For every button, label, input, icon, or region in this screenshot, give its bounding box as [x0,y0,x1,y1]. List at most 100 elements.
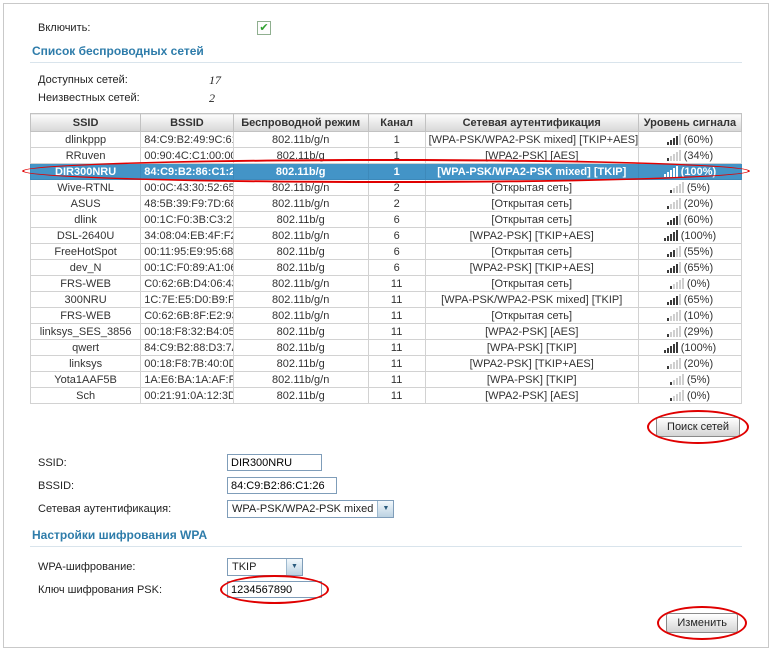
signal-strength-icon [667,214,681,225]
network-row[interactable]: linksys_SES_385600:18:F8:32:B4:05802.11b… [31,324,742,340]
cell-auth: [WPA2-PSK] [AES] [425,388,638,404]
network-row[interactable]: ASUS48:5B:39:F9:7D:68802.11b/g/n2[Открыт… [31,196,742,212]
network-row[interactable]: RRuven00:90:4C:C1:00:00802.11b/g1[WPA2-P… [31,148,742,164]
cell-ssid: linksys_SES_3856 [31,324,141,340]
psk-input[interactable] [227,581,322,598]
cell-bssid: 00:21:91:0A:12:3D [141,388,233,404]
signal-strength-icon [667,198,681,209]
network-row[interactable]: dlinkppp84:C9:B2:49:9C:61802.11b/g/n1[WP… [31,132,742,148]
cell-channel: 2 [368,196,425,212]
network-row[interactable]: qwert84:C9:B2:88:D3:7A802.11b/g11[WPA-PS… [31,340,742,356]
cell-bssid: 00:1C:F0:3B:C3:2F [141,212,233,228]
cell-auth: [Открытая сеть] [425,276,638,292]
cell-ssid: RRuven [31,148,141,164]
cell-bssid: 84:C9:B2:88:D3:7A [141,340,233,356]
auth-select[interactable]: WPA-PSK/WPA2-PSK mixed [227,500,394,518]
bssid-input[interactable] [227,477,337,494]
enable-checkbox[interactable] [257,21,271,35]
network-row[interactable]: FRS-WEBC0:62:6B:8F:E2:93802.11b/g/n11[От… [31,308,742,324]
section-title-wpa: Настройки шифрования WPA [30,528,742,547]
cell-auth: [WPA2-PSK] [TKIP+AES] [425,356,638,372]
signal-label: (60%) [684,214,713,226]
cell-auth: [Открытая сеть] [425,308,638,324]
network-row[interactable]: Yota1AAF5B1A:E6:BA:1A:AF:F8802.11b/g/n11… [31,372,742,388]
cell-channel: 6 [368,228,425,244]
network-row[interactable]: 300NRU1C:7E:E5:D0:B9:FE802.11b/g/n11[WPA… [31,292,742,308]
signal-strength-icon [664,166,678,177]
signal-label: (100%) [681,166,716,178]
bssid-field-row: BSSID: [38,474,742,497]
bssid-label: BSSID: [38,480,227,492]
cell-ssid: FRS-WEB [31,308,141,324]
search-networks-button[interactable]: Поиск сетей [656,417,740,437]
cell-signal: (0%) [638,276,741,292]
cell-signal: (5%) [638,372,741,388]
network-row[interactable]: linksys00:18:F8:7B:40:0D802.11b/g11[WPA2… [31,356,742,372]
cell-bssid: 00:11:95:E9:95:68 [141,244,233,260]
psk-label: Ключ шифрования PSK: [38,584,227,596]
cell-signal: (60%) [638,132,741,148]
cell-signal: (0%) [638,388,741,404]
cell-channel: 11 [368,356,425,372]
network-row[interactable]: Wive-RTNL00:0C:43:30:52:65802.11b/g/n2[О… [31,180,742,196]
column-header: SSID [31,114,141,132]
cell-channel: 11 [368,292,425,308]
network-row[interactable]: FRS-WEBC0:62:6B:D4:06:43802.11b/g/n11[От… [31,276,742,292]
cell-channel: 11 [368,276,425,292]
auth-select-value: WPA-PSK/WPA2-PSK mixed [228,503,377,515]
ssid-input[interactable] [227,454,322,471]
cell-ssid: dev_N [31,260,141,276]
signal-label: (100%) [681,342,716,354]
cell-mode: 802.11b/g/n [233,132,368,148]
apply-button[interactable]: Изменить [666,613,738,633]
cell-mode: 802.11b/g/n [233,276,368,292]
cell-ssid: Wive-RTNL [31,180,141,196]
cell-mode: 802.11b/g/n [233,228,368,244]
network-row[interactable]: FreeHotSpot00:11:95:E9:95:68802.11b/g6[О… [31,244,742,260]
cell-bssid: 84:C9:B2:49:9C:61 [141,132,233,148]
cell-bssid: 00:90:4C:C1:00:00 [141,148,233,164]
signal-label: (34%) [684,150,713,162]
wpa-encryption-row: WPA-шифрование: TKIP [38,555,742,578]
signal-label: (5%) [687,182,710,194]
network-row[interactable]: dlink00:1C:F0:3B:C3:2F802.11b/g6[Открыта… [31,212,742,228]
cell-channel: 2 [368,180,425,196]
cell-channel: 6 [368,212,425,228]
cell-signal: (60%) [638,212,741,228]
signal-strength-icon [667,246,681,257]
network-row[interactable]: Sch00:21:91:0A:12:3D802.11b/g11[WPA2-PSK… [31,388,742,404]
signal-label: (0%) [687,278,710,290]
chevron-down-icon [286,559,302,575]
cell-mode: 802.11b/g [233,324,368,340]
cell-auth: [Открытая сеть] [425,196,638,212]
signal-label: (5%) [687,374,710,386]
signal-strength-icon [667,134,681,145]
wpa-encryption-label: WPA-шифрование: [38,561,227,573]
cell-ssid: ASUS [31,196,141,212]
signal-strength-icon [667,262,681,273]
cell-mode: 802.11b/g/n [233,308,368,324]
cell-mode: 802.11b/g [233,212,368,228]
available-networks-label: Доступных сетей: [38,74,209,86]
network-row[interactable]: dev_N00:1C:F0:89:A1:06802.11b/g6[WPA2-PS… [31,260,742,276]
cell-channel: 11 [368,324,425,340]
cell-ssid: linksys [31,356,141,372]
cell-bssid: C0:62:6B:D4:06:43 [141,276,233,292]
cell-bssid: 48:5B:39:F9:7D:68 [141,196,233,212]
cell-channel: 11 [368,308,425,324]
cell-auth: [WPA2-PSK] [TKIP+AES] [425,228,638,244]
signal-strength-icon [667,358,681,369]
signal-strength-icon [670,374,684,385]
signal-label: (65%) [684,294,713,306]
signal-strength-icon [664,342,678,353]
network-row[interactable]: DIR300NRU84:C9:B2:86:C1:26802.11b/g1[WPA… [31,164,742,180]
wpa-encryption-select[interactable]: TKIP [227,558,303,576]
network-row[interactable]: DSL-2640U34:08:04:EB:4F:F2802.11b/g/n6[W… [31,228,742,244]
cell-bssid: 00:18:F8:7B:40:0D [141,356,233,372]
cell-auth: [WPA-PSK/WPA2-PSK mixed] [TKIP] [425,164,638,180]
cell-signal: (29%) [638,324,741,340]
cell-ssid: dlink [31,212,141,228]
signal-strength-icon [667,326,681,337]
cell-signal: (34%) [638,148,741,164]
cell-auth: [WPA2-PSK] [TKIP+AES] [425,260,638,276]
